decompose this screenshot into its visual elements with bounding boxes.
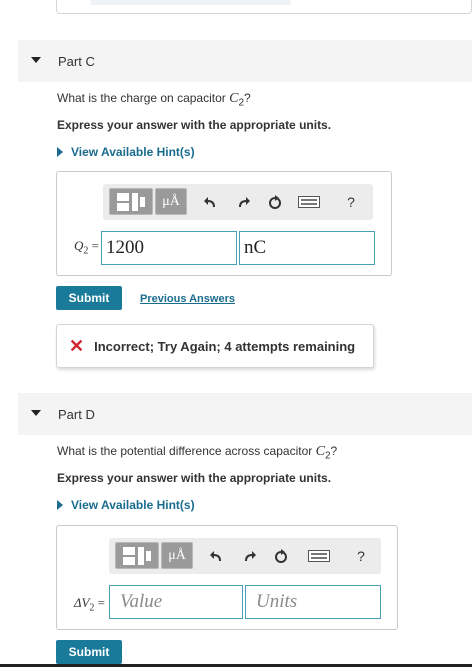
reset-icon[interactable] (265, 192, 285, 212)
label-equals: = (88, 238, 99, 253)
collapse-triangle-icon[interactable] (31, 410, 41, 416)
math-toolbar: μÅ ? (109, 538, 381, 574)
value-input[interactable]: Value (109, 585, 243, 619)
part-d-answer-box: μÅ ? ΔV2 = Value Units (56, 525, 398, 630)
value-input[interactable]: 1200 (101, 231, 237, 265)
templates-button[interactable] (109, 188, 153, 215)
keyboard-icon[interactable] (307, 546, 331, 566)
label-variable: Q (74, 238, 84, 253)
answer-label: Q2 = (57, 238, 99, 257)
play-triangle-icon (57, 500, 63, 510)
question-variable: C (315, 444, 325, 459)
question-suffix: ? (244, 91, 251, 105)
part-c-title: Part C (58, 53, 95, 69)
part-d-submit-button[interactable]: Submit (56, 640, 122, 664)
previous-toolbar-edge (91, 0, 291, 5)
part-c-hints-link[interactable]: View Available Hint(s) (57, 145, 195, 159)
part-c-header[interactable]: Part C (18, 40, 472, 82)
templates-icon (117, 192, 145, 211)
hint-label: View Available Hint(s) (71, 498, 195, 512)
help-button[interactable]: ? (351, 546, 371, 566)
redo-icon[interactable] (233, 192, 253, 212)
feedback-box: ✕ Incorrect; Try Again; 4 attempts remai… (56, 324, 374, 368)
units-input[interactable]: Units (245, 585, 381, 619)
math-toolbar: μÅ ? (103, 184, 373, 220)
part-d-hints-link[interactable]: View Available Hint(s) (57, 498, 195, 512)
undo-icon[interactable] (201, 192, 221, 212)
part-c-submit-button[interactable]: Submit (56, 286, 122, 310)
play-triangle-icon (57, 147, 63, 157)
help-button[interactable]: ? (341, 192, 361, 212)
feedback-message: Incorrect; Try Again; 4 attempts remaini… (94, 338, 356, 354)
hint-label: View Available Hint(s) (71, 145, 195, 159)
templates-button[interactable] (115, 542, 159, 569)
templates-icon (123, 546, 151, 565)
part-c-answer-box: μÅ ? Q2 = 1200 nC (56, 171, 392, 276)
previous-answers-link[interactable]: Previous Answers (140, 293, 235, 305)
part-d-header[interactable]: Part D (18, 393, 472, 435)
answer-label: ΔV2 = (57, 595, 105, 614)
undo-icon[interactable] (207, 546, 227, 566)
units-button[interactable]: μÅ (161, 542, 193, 569)
reset-icon[interactable] (271, 546, 291, 566)
part-c-question: What is the charge on capacitor C2? (57, 91, 251, 108)
incorrect-x-icon: ✕ (69, 335, 85, 356)
question-text: What is the potential difference across … (57, 444, 316, 458)
part-d-instruction: Express your answer with the appropriate… (57, 471, 332, 485)
part-d-title: Part D (58, 406, 95, 422)
label-variable: ΔV (73, 595, 90, 610)
redo-icon[interactable] (239, 546, 259, 566)
question-text: What is the charge on capacitor (57, 91, 230, 105)
units-input[interactable]: nC (239, 231, 375, 265)
units-button[interactable]: μÅ (155, 188, 187, 215)
question-suffix: ? (330, 444, 338, 458)
part-d-question: What is the potential difference across … (57, 444, 337, 461)
label-equals: = (94, 595, 105, 610)
part-c-instruction: Express your answer with the appropriate… (57, 118, 332, 132)
previous-answer-box-edge (56, 0, 472, 14)
keyboard-icon[interactable] (297, 192, 321, 212)
collapse-triangle-icon[interactable] (31, 57, 41, 63)
